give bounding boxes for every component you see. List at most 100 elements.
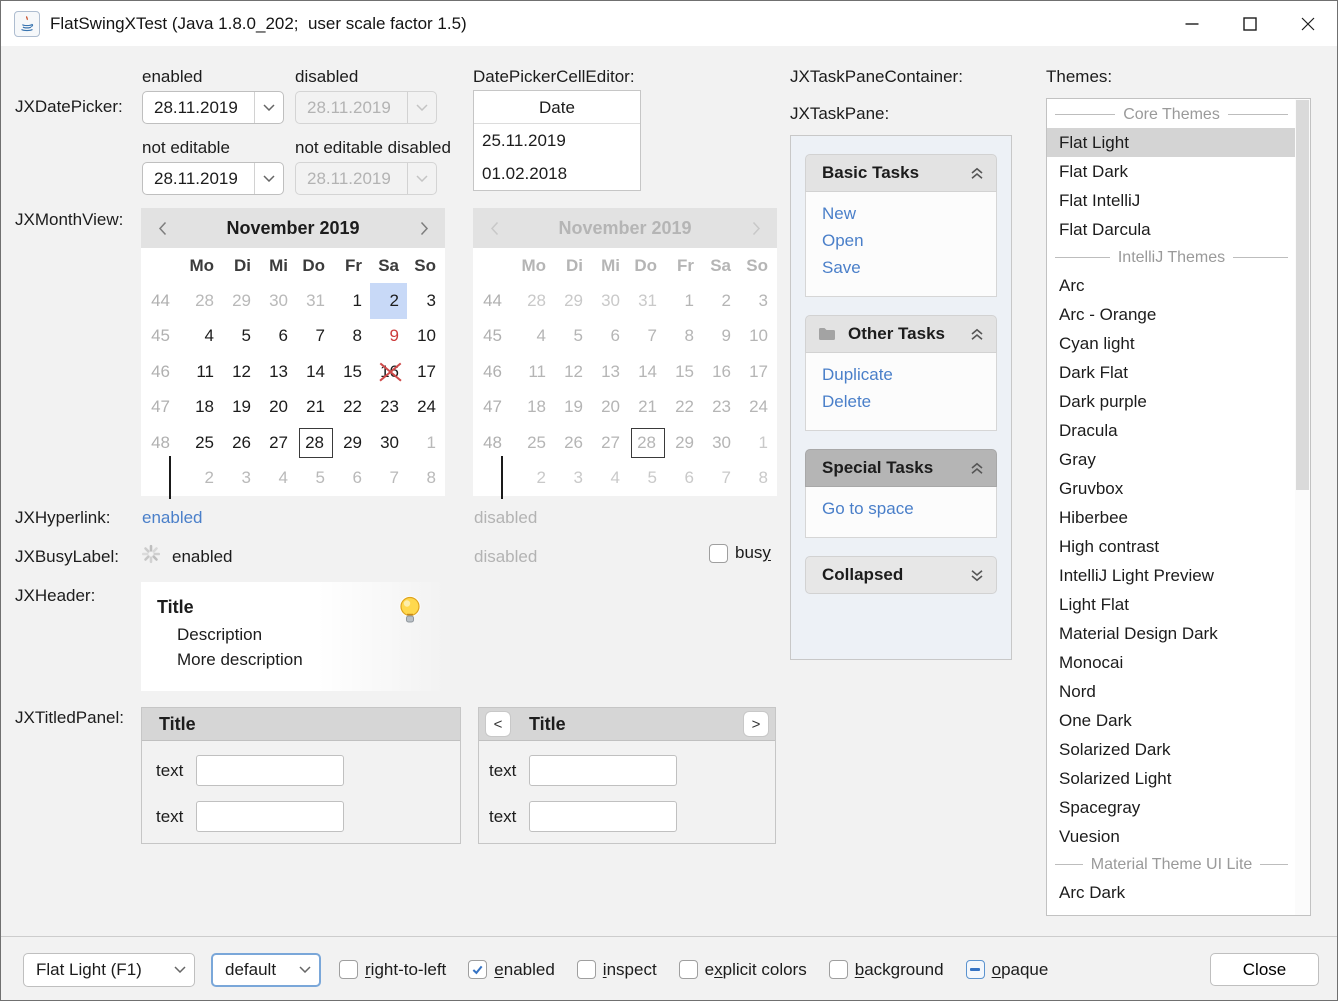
taskpane-link-save[interactable]: Save <box>822 259 980 277</box>
title-bar[interactable]: FlatSwingXTest (Java 1.8.0_202; user sca… <box>1 1 1337 46</box>
theme-item-gray[interactable]: Gray <box>1047 445 1296 474</box>
day-cell[interactable]: 28 <box>185 283 222 318</box>
day-cell[interactable]: 2 <box>185 460 222 495</box>
day-cell[interactable]: 21 <box>296 390 333 425</box>
checkbox-enabled[interactable]: enabled <box>468 960 555 980</box>
day-cell[interactable]: 29 <box>333 425 370 460</box>
checkbox-box[interactable] <box>577 960 596 979</box>
next-button[interactable]: > <box>743 711 769 737</box>
taskpane-header-other-tasks[interactable]: Other Tasks <box>805 315 997 353</box>
theme-item-dracula[interactable]: Dracula <box>1047 416 1296 445</box>
text-input[interactable] <box>529 801 677 832</box>
theme-item-arc-orange[interactable]: Arc - Orange <box>1047 300 1296 329</box>
close-button[interactable]: Close <box>1210 953 1319 986</box>
theme-item-arc-dark-contrast[interactable]: Arc Dark Contrast <box>1047 907 1296 916</box>
theme-item-vuesion[interactable]: Vuesion <box>1047 822 1296 851</box>
theme-item-material-design-dark[interactable]: Material Design Dark <box>1047 619 1296 648</box>
day-cell[interactable]: 2 <box>370 283 407 318</box>
checkbox-right-to-left[interactable]: right-to-left <box>339 960 446 980</box>
theme-item-cyan-light[interactable]: Cyan light <box>1047 329 1296 358</box>
day-cell[interactable]: 12 <box>222 354 259 389</box>
taskpane-link-new[interactable]: New <box>822 205 980 223</box>
day-cell[interactable]: 1 <box>333 283 370 318</box>
theme-item-flat-darcula[interactable]: Flat Darcula <box>1047 215 1296 244</box>
theme-item-spacegray[interactable]: Spacegray <box>1047 793 1296 822</box>
theme-item-flat-intellij[interactable]: Flat IntelliJ <box>1047 186 1296 215</box>
checkbox-box[interactable] <box>468 960 487 979</box>
day-cell[interactable]: 3 <box>407 283 444 318</box>
taskpane-header-special-tasks[interactable]: Special Tasks <box>805 449 997 487</box>
checkbox-box[interactable] <box>966 960 985 979</box>
day-cell[interactable]: 16 <box>370 354 407 389</box>
day-cell[interactable]: 4 <box>259 460 296 495</box>
day-cell[interactable]: 10 <box>407 319 444 354</box>
theme-item-hiberbee[interactable]: Hiberbee <box>1047 503 1296 532</box>
taskpane-header-collapsed[interactable]: Collapsed <box>805 556 997 594</box>
day-cell[interactable]: 8 <box>407 460 444 495</box>
checkbox-box[interactable] <box>709 544 728 563</box>
theme-item-light-flat[interactable]: Light Flat <box>1047 590 1296 619</box>
day-cell[interactable]: 27 <box>259 425 296 460</box>
table-row[interactable]: 01.02.2018 <box>474 157 640 190</box>
checkbox-box[interactable] <box>679 960 698 979</box>
checkbox-box[interactable] <box>829 960 848 979</box>
scrollbar-thumb[interactable] <box>1296 100 1309 490</box>
font-size-combo[interactable]: default <box>211 953 321 987</box>
checkbox-inspect[interactable]: inspect <box>577 960 657 980</box>
taskpane-link-open[interactable]: Open <box>822 232 980 250</box>
day-cell[interactable]: 17 <box>407 354 444 389</box>
day-cell[interactable]: 4 <box>185 319 222 354</box>
theme-item-gruvbox[interactable]: Gruvbox <box>1047 474 1296 503</box>
theme-item-high-contrast[interactable]: High contrast <box>1047 532 1296 561</box>
day-cell[interactable]: 11 <box>185 354 222 389</box>
day-cell[interactable]: 30 <box>259 283 296 318</box>
day-cell[interactable]: 13 <box>259 354 296 389</box>
theme-item-dark-purple[interactable]: Dark purple <box>1047 387 1296 416</box>
scrollbar-track[interactable] <box>1295 99 1310 915</box>
collapse-icon[interactable] <box>970 462 984 475</box>
hyperlink-enabled[interactable]: enabled <box>142 508 203 528</box>
theme-combo[interactable]: Flat Light (F1) <box>23 953 195 987</box>
next-month-button[interactable] <box>403 208 445 248</box>
text-input[interactable] <box>196 801 344 832</box>
day-cell[interactable]: 29 <box>222 283 259 318</box>
day-cell[interactable]: 19 <box>222 390 259 425</box>
day-cell[interactable]: 18 <box>185 390 222 425</box>
taskpane-link-delete[interactable]: Delete <box>822 393 980 411</box>
theme-item-nord[interactable]: Nord <box>1047 677 1296 706</box>
maximize-button[interactable] <box>1221 1 1279 46</box>
day-cell[interactable]: 6 <box>259 319 296 354</box>
taskpane-link-go-to-space[interactable]: Go to space <box>822 500 980 518</box>
monthview-enabled[interactable]: November 2019MoDiMiDoFrSaSo4428293031123… <box>141 208 445 496</box>
close-window-button[interactable] <box>1279 1 1337 46</box>
collapse-icon[interactable] <box>970 167 984 180</box>
day-cell[interactable]: 3 <box>222 460 259 495</box>
day-cell[interactable]: 5 <box>222 319 259 354</box>
theme-item-arc[interactable]: Arc <box>1047 271 1296 300</box>
minimize-button[interactable] <box>1163 1 1221 46</box>
expand-icon[interactable] <box>970 569 984 582</box>
day-cell[interactable]: 25 <box>185 425 222 460</box>
theme-item-solarized-light[interactable]: Solarized Light <box>1047 764 1296 793</box>
checkbox-explicit-colors[interactable]: explicit colors <box>679 960 807 980</box>
table-row[interactable]: 25.11.2019 <box>474 124 640 157</box>
day-cell[interactable]: 6 <box>333 460 370 495</box>
day-cell[interactable]: 14 <box>296 354 333 389</box>
day-cell[interactable]: 26 <box>222 425 259 460</box>
day-cell[interactable]: 31 <box>296 283 333 318</box>
theme-item-intellij-light-preview[interactable]: IntelliJ Light Preview <box>1047 561 1296 590</box>
checkbox-opaque[interactable]: opaque <box>966 960 1049 980</box>
day-cell[interactable]: 7 <box>296 319 333 354</box>
checkbox-background[interactable]: background <box>829 960 944 980</box>
datepicker-enabled[interactable]: 28.11.2019 <box>142 91 284 124</box>
theme-item-dark-flat[interactable]: Dark Flat <box>1047 358 1296 387</box>
prev-month-button[interactable] <box>141 208 183 248</box>
taskpane-link-duplicate[interactable]: Duplicate <box>822 366 980 384</box>
text-input[interactable] <box>529 755 677 786</box>
day-cell[interactable]: 28 <box>296 425 333 460</box>
theme-item-monocai[interactable]: Monocai <box>1047 648 1296 677</box>
day-cell[interactable]: 15 <box>333 354 370 389</box>
day-cell[interactable]: 30 <box>370 425 407 460</box>
day-cell[interactable]: 22 <box>333 390 370 425</box>
checkbox-busy[interactable]: busy <box>709 543 771 563</box>
